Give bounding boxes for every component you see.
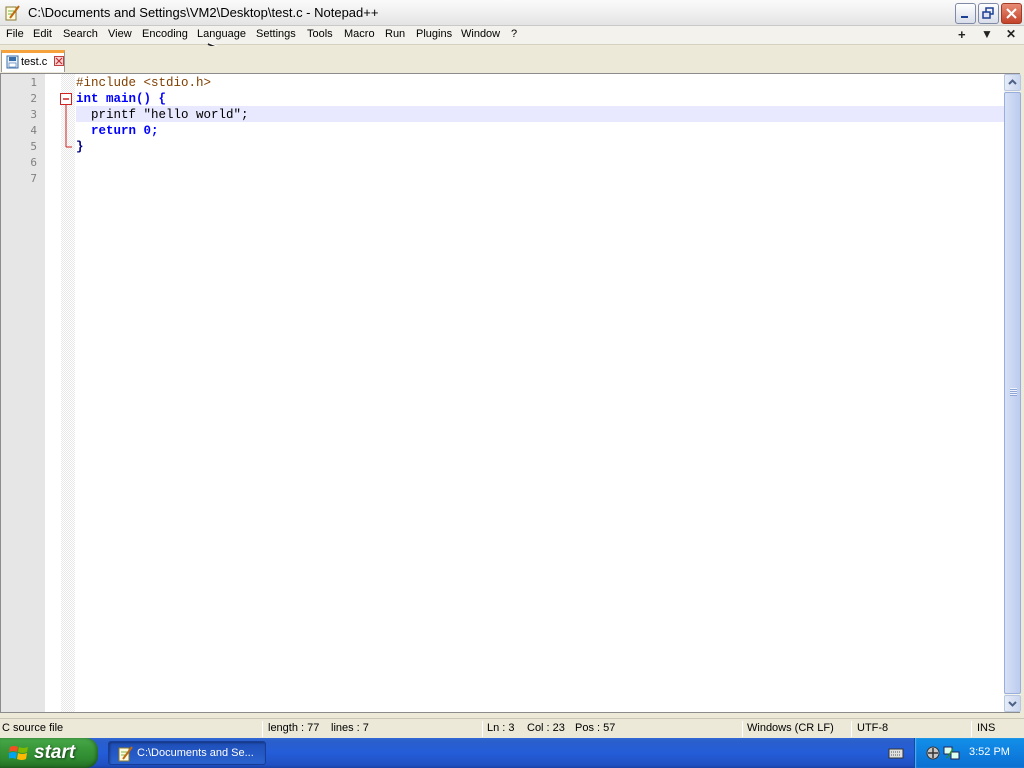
code-line-2-text: int main() { bbox=[76, 92, 167, 106]
notepad-plus-plus-icon bbox=[118, 746, 133, 762]
code-line-3-text: printf "hello world"; bbox=[76, 108, 249, 122]
line-number: 2 bbox=[30, 92, 37, 105]
scrollbar-thumb[interactable] bbox=[1004, 92, 1021, 694]
title-bar[interactable]: C:\Documents and Settings\VM2\Desktop\te… bbox=[0, 0, 1024, 26]
line-number-margin: 1 2 3 4 5 6 7 bbox=[1, 74, 45, 712]
status-separator bbox=[851, 721, 852, 737]
menu-run[interactable]: Run bbox=[385, 28, 405, 40]
code-line-1-text: #include <stdio.h> bbox=[76, 76, 212, 90]
scrollbar-grip bbox=[1010, 388, 1017, 396]
tab-close-button[interactable] bbox=[54, 56, 64, 66]
menu-window[interactable]: Window bbox=[461, 28, 500, 40]
status-separator bbox=[742, 721, 743, 737]
status-ln: Ln : 3 bbox=[487, 722, 515, 734]
menu-plugins[interactable]: Plugins bbox=[416, 28, 452, 40]
document-tab-strip: test.c bbox=[0, 46, 1024, 72]
line-number: 4 bbox=[30, 124, 37, 137]
chevron-up-icon bbox=[1008, 79, 1017, 85]
code-line-3: printf "hello world"; bbox=[76, 107, 249, 123]
status-bar: C source file length : 77 lines : 7 Ln :… bbox=[0, 718, 1024, 738]
notepad-plus-plus-icon bbox=[5, 5, 20, 21]
status-separator bbox=[262, 721, 263, 737]
code-line-4: return 0; bbox=[76, 123, 159, 139]
start-label: start bbox=[34, 742, 76, 763]
close-button[interactable] bbox=[1001, 3, 1022, 24]
status-insert-mode: INS bbox=[977, 722, 996, 734]
status-separator bbox=[482, 721, 483, 737]
menu-encoding[interactable]: Encoding bbox=[142, 28, 188, 40]
taskbar-notepad-button[interactable]: C:\Documents and Se... bbox=[108, 741, 266, 765]
new-tab-button[interactable]: + bbox=[958, 27, 966, 42]
tab-label: test.c bbox=[21, 56, 48, 68]
status-separator bbox=[971, 721, 972, 737]
line-number: 1 bbox=[30, 76, 37, 89]
line-number: 3 bbox=[30, 108, 37, 121]
window-title: C:\Documents and Settings\VM2\Desktop\te… bbox=[28, 5, 379, 20]
clock[interactable]: 3:52 PM bbox=[969, 746, 1010, 758]
minimize-icon bbox=[961, 16, 968, 18]
tab-test-c[interactable]: test.c bbox=[1, 50, 65, 72]
saved-document-icon bbox=[6, 55, 19, 69]
status-encoding: UTF-8 bbox=[857, 722, 889, 734]
menu-view[interactable]: View bbox=[108, 28, 132, 40]
taskbar: start C:\Documents and Se... 3:52 PM bbox=[0, 738, 1024, 768]
status-length: length : 77 bbox=[268, 722, 320, 734]
close-icon bbox=[1006, 8, 1017, 19]
line-number: 6 bbox=[30, 156, 37, 169]
line-number: 5 bbox=[30, 140, 37, 153]
status-col: Col : 23 bbox=[527, 722, 565, 734]
menu-help[interactable]: ? bbox=[511, 28, 517, 40]
restore-button[interactable] bbox=[978, 3, 999, 24]
code-line-5: } bbox=[76, 139, 84, 155]
network-icon[interactable] bbox=[943, 745, 961, 761]
menu-language[interactable]: Language bbox=[197, 28, 246, 40]
menu-search[interactable]: Search bbox=[63, 28, 98, 40]
fold-margin[interactable] bbox=[45, 74, 75, 712]
taskbar-button-label: C:\Documents and Se... bbox=[137, 747, 254, 759]
windows-logo-icon bbox=[9, 746, 28, 760]
vertical-scrollbar[interactable] bbox=[1004, 74, 1021, 712]
menu-settings[interactable]: Settings bbox=[256, 28, 296, 40]
code-line-1: #include <stdio.h> bbox=[76, 75, 211, 91]
status-lines: lines : 7 bbox=[331, 722, 369, 734]
start-button[interactable]: start bbox=[0, 738, 98, 768]
minimize-button[interactable] bbox=[955, 3, 976, 24]
notepad-plus-plus-window: C:\Documents and Settings\VM2\Desktop\te… bbox=[0, 0, 1024, 738]
menu-file[interactable]: File bbox=[6, 28, 24, 40]
fold-minus-icon[interactable] bbox=[60, 91, 74, 155]
menu-bar: File Edit Search View Encoding Language … bbox=[0, 26, 1024, 56]
code-line-5-text: } bbox=[76, 140, 84, 154]
code-line-2: int main() { bbox=[76, 91, 166, 107]
chevron-down-icon bbox=[1008, 701, 1017, 707]
menu-macro[interactable]: Macro bbox=[344, 28, 375, 40]
scroll-down-button[interactable] bbox=[1004, 695, 1021, 712]
close-document-button[interactable]: ✕ bbox=[1006, 27, 1016, 41]
scroll-up-button[interactable] bbox=[1004, 74, 1021, 91]
menu-tools[interactable]: Tools bbox=[307, 28, 333, 40]
close-icon bbox=[55, 57, 63, 65]
status-eol: Windows (CR LF) bbox=[747, 722, 834, 734]
shield-icon[interactable] bbox=[925, 745, 941, 761]
code-editor[interactable]: 1 2 3 4 5 6 7 #include <stdio.h> int mai… bbox=[0, 73, 1021, 713]
system-tray: 3:52 PM bbox=[914, 738, 1024, 768]
code-line-4-text: return 0; bbox=[76, 124, 159, 138]
line-number: 7 bbox=[30, 172, 37, 185]
restore-icon bbox=[982, 7, 994, 19]
status-file-type: C source file bbox=[2, 722, 64, 734]
status-pos: Pos : 57 bbox=[575, 722, 616, 734]
tab-list-dropdown-button[interactable]: ▼ bbox=[981, 27, 993, 41]
menu-edit[interactable]: Edit bbox=[33, 28, 52, 40]
keyboard-icon[interactable] bbox=[888, 746, 904, 760]
